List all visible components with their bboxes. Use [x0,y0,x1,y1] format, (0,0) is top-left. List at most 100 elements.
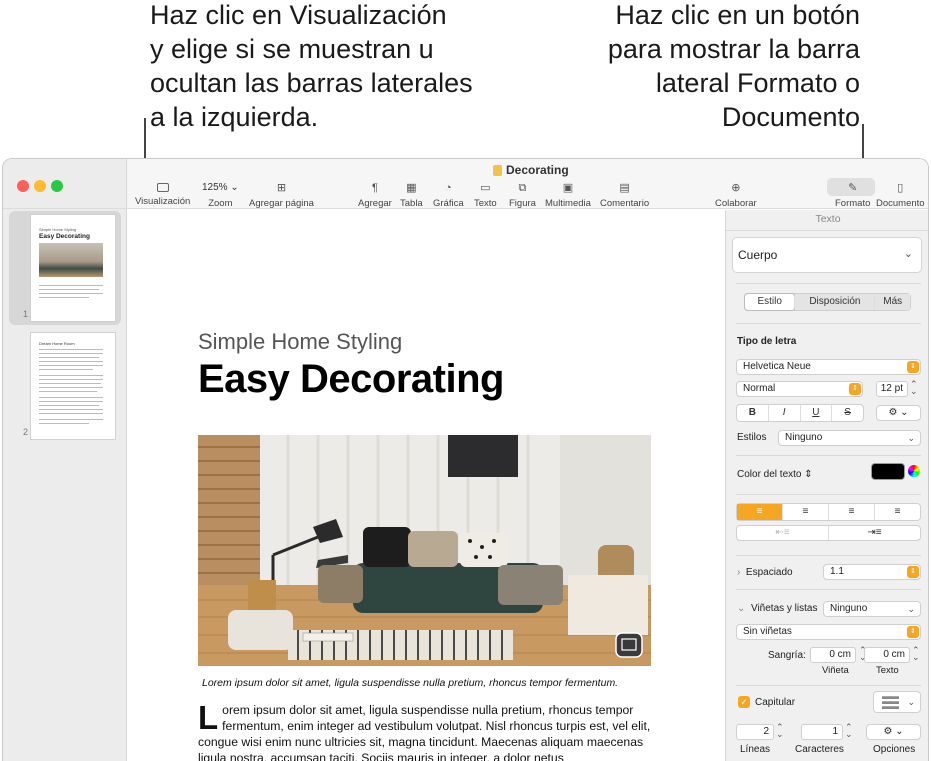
text-button[interactable]: ▭ Texto [474,181,497,209]
tab-more[interactable]: Más [875,294,910,310]
strikethrough-button[interactable]: S [832,405,863,421]
align-left-button[interactable]: ≡ [737,504,783,520]
media-button[interactable]: ▣ Multimedia [545,181,591,209]
text-color-well[interactable] [871,463,905,480]
chevron-down-icon: ⌄ [907,604,915,614]
window-title: Decorating [493,163,569,177]
body-paragraph[interactable]: Lorem ipsum dolor sit amet, ligula suspe… [198,701,658,761]
list-style-popup[interactable]: Ninguno ⌄ [823,601,921,617]
callout-left-line-1: Haz clic en Visualización [150,0,447,30]
font-weight-value: Normal [743,383,776,394]
document-icon [493,164,502,176]
font-section-label: Tipo de letra [737,336,797,347]
font-size-stepper[interactable]: ⌃ ⌄ [910,380,918,396]
bullet-indent-field[interactable]: 0 cm [810,647,856,663]
lines-label: Líneas [740,744,771,755]
lines-field[interactable]: 2 [736,724,774,740]
font-weight-popup[interactable]: Normal ⇕ [736,381,863,397]
thumb1-photo [39,243,103,277]
shape-icon: ⧉ [518,182,527,194]
format-button[interactable]: ✎ Formato [835,181,870,209]
format-label: Formato [835,198,871,209]
bullets-section[interactable]: ⌄ Viñetas y listas [737,603,817,614]
spacing-popup[interactable]: 1.1 ⇕ [823,564,921,580]
tab-layout[interactable]: Disposición [795,294,876,310]
lines-stepper[interactable]: ⌃ ⌄ [776,723,784,739]
characters-field[interactable]: 1 [801,724,843,740]
indent-label: Sangría: [768,650,806,661]
styles-label: Estilos [737,432,767,443]
characters-stepper[interactable]: ⌃ ⌄ [845,723,853,739]
photo-caption[interactable]: Lorem ipsum dolor sit amet, ligula suspe… [202,677,618,689]
zoom-window-button[interactable] [51,180,63,192]
dropcap-checkbox[interactable]: ✓ [738,696,750,708]
inspector-header: Texto [815,213,841,225]
paragraph-style-popup[interactable]: Cuerpo ⌄ [732,237,922,273]
callout-left: Haz clic en Visualización y elige si se … [150,0,530,134]
table-icon: ▦ [406,182,417,194]
shape-button[interactable]: ⧉ Figura [509,181,536,209]
collaborate-label: Colaborar [715,198,757,209]
text-indent-stepper[interactable]: ⌃ ⌄ [912,646,920,662]
close-window-button[interactable] [17,180,29,192]
document-button[interactable]: ▯ Documento [876,181,925,209]
callout-right: Haz clic en un botón para mostrar la bar… [560,0,860,134]
advanced-options-button[interactable]: ⚙ ⌄ [876,405,921,421]
bullet-type-popup[interactable]: Sin viñetas ⇕ [736,624,921,640]
view-label: Visualización [135,196,191,207]
justify-button[interactable]: ≡ [875,504,920,520]
lines-value: 2 [763,726,769,737]
collaborate-button[interactable]: ⊕ Colaborar [715,181,757,209]
sidebar-icon [156,183,169,192]
page-thumbnail-2[interactable]: Dream Home Room [31,333,115,439]
thumb2-title: Dream Home Room [39,341,75,346]
dropcap-style-popup[interactable]: ▬▬ ▬▬ ▬▬ ⌄ [873,691,921,713]
callout-right-line-2: para mostrar la barra [607,34,860,64]
document-subtitle[interactable]: Simple Home Styling [198,329,402,355]
text-indent-field[interactable]: 0 cm [864,647,910,663]
living-room-photo[interactable] [198,435,651,666]
document-title[interactable]: Easy Decorating [198,357,504,402]
characters-label: Caracteres [795,744,844,755]
callout-left-line-3: ocultan las barras laterales [150,68,473,98]
font-size-field[interactable]: 12 pt [876,381,908,397]
bold-button[interactable]: B [737,405,769,421]
bullet-indent-label: Viñeta [822,665,849,676]
add-page-button[interactable]: ⊞ Agregar página [249,181,314,209]
tab-style[interactable]: Estilo [745,294,796,310]
callout-right-line-3: lateral Formato o [655,68,860,98]
view-button[interactable]: Visualización [135,181,190,207]
page-thumbnail-1[interactable]: Simple Home Styling Easy Decorating [31,215,115,321]
comment-button[interactable]: ▤ Comentario [600,181,649,209]
align-center-button[interactable]: ≡ [783,504,829,520]
document-canvas[interactable]: Simple Home Styling Easy Decorating Lore… [128,210,724,761]
dropcap-options-button[interactable]: ⚙ ⌄ [866,724,921,740]
document-label: Documento [876,198,925,209]
bullets-label: Viñetas y listas [750,603,818,614]
minimize-window-button[interactable] [34,180,46,192]
callout-left-line-4: a la izquierda. [150,102,319,132]
text-style-buttons: B I U S [736,404,864,422]
italic-button[interactable]: I [769,405,801,421]
chart-icon: ◔ [444,182,452,194]
align-right-button[interactable]: ≡ [829,504,875,520]
character-styles-popup[interactable]: Ninguno ⌄ [778,430,921,446]
underline-button[interactable]: U [801,405,833,421]
paintbrush-icon: ✎ [848,182,858,194]
photo-icon: ▣ [562,182,574,194]
color-wheel-icon[interactable] [908,465,920,477]
chevron-down-icon: ⌄ [907,433,915,443]
chart-button[interactable]: ◔ Gráfica [433,181,464,209]
pages-window: Decorating Visualización 125% ⌄ Zoom ⊞ A… [2,158,929,761]
zoom-button[interactable]: 125% ⌄ Zoom [199,181,242,209]
table-button[interactable]: ▦ Tabla [400,181,423,209]
dropcap-label: Capitular [755,697,796,708]
spacing-section[interactable]: › Espaciado [737,567,793,578]
alignment-buttons: ≡ ≡ ≡ ≡ [736,503,921,521]
increase-indent-button[interactable]: ⇥≡ [829,526,920,540]
decrease-indent-button[interactable]: ⇤≡ [737,526,829,540]
text-box-icon: ▭ [480,182,491,194]
body-text: orem ipsum dolor sit amet, ligula suspen… [198,703,651,761]
font-name-popup[interactable]: Helvetica Neue ⇕ [736,359,921,375]
insert-button[interactable]: ¶ Agregar [358,181,392,209]
